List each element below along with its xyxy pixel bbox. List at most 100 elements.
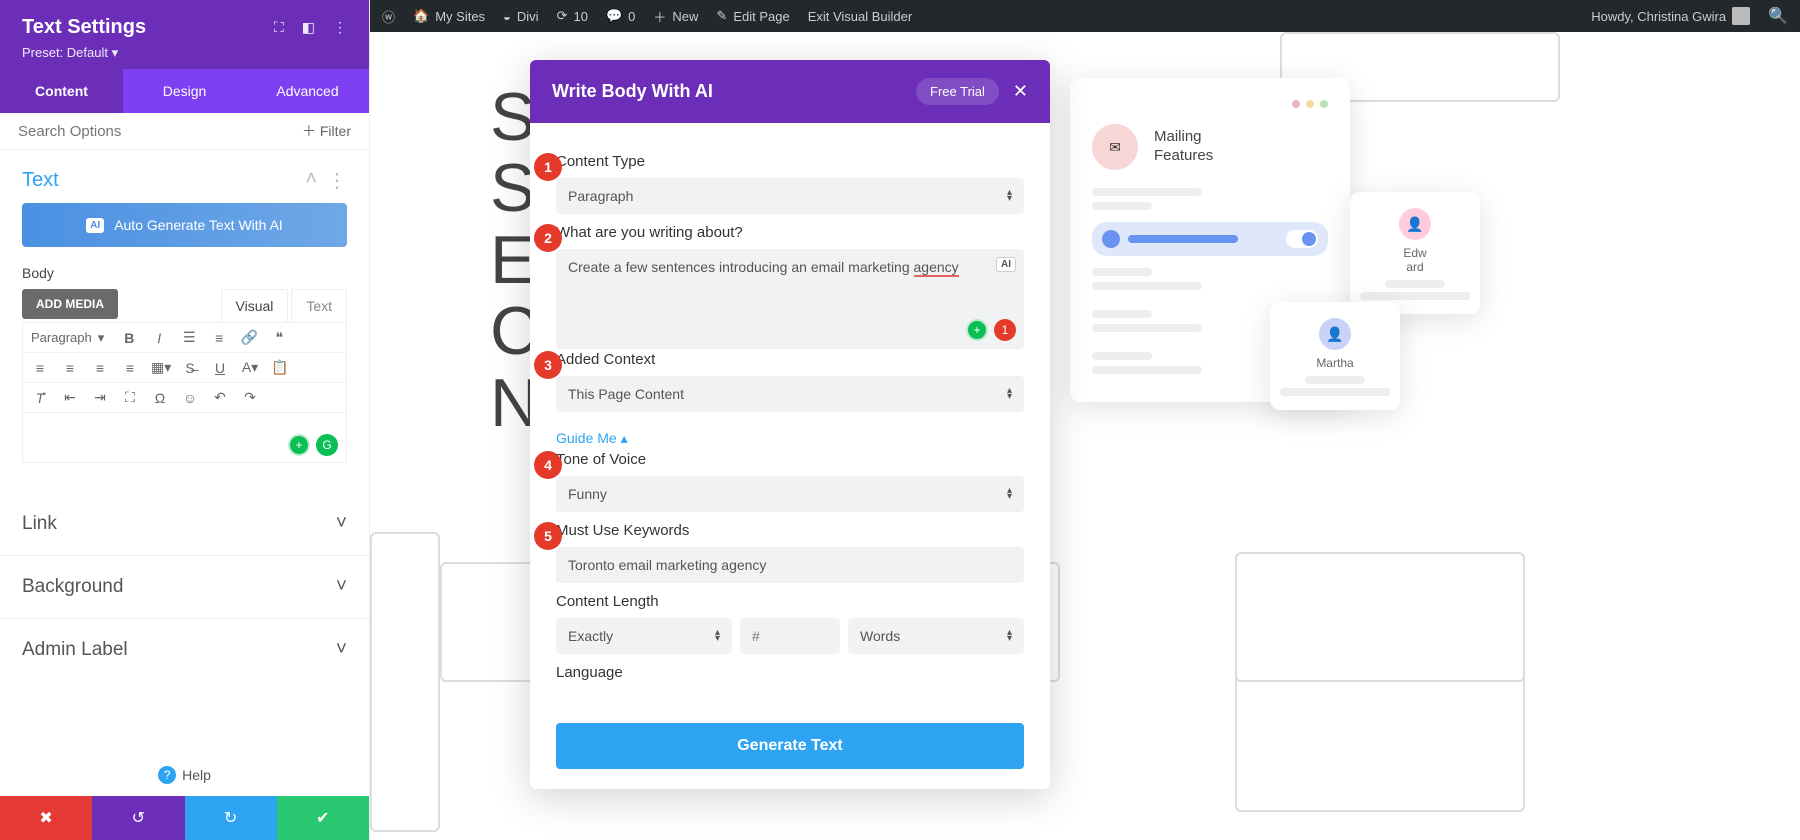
- wp-admin-bar: ⓦ 🏠 My Sites ◒ Divi ⟳ 10 💬 0 ＋ New ✎ Edi…: [370, 0, 1800, 32]
- add-media-button[interactable]: ADD MEDIA: [22, 289, 118, 319]
- format-select[interactable]: Paragraph ▾: [31, 330, 104, 346]
- snap-icon[interactable]: ◧: [302, 19, 315, 36]
- accordion-background[interactable]: Background˅: [0, 555, 369, 618]
- label-language: Language: [556, 664, 1024, 681]
- close-icon[interactable]: ✕: [1013, 81, 1028, 102]
- generate-text-button[interactable]: Generate Text: [556, 723, 1024, 769]
- section-more-icon[interactable]: ⋮: [327, 168, 347, 193]
- page-canvas: S S E C N ✉ MailingFeatures: [370, 32, 1800, 840]
- search-icon[interactable]: 🔍: [1768, 6, 1788, 26]
- tab-design[interactable]: Design: [123, 69, 246, 113]
- search-input[interactable]: [18, 123, 302, 140]
- added-context-select[interactable]: This Page Content: [556, 376, 1024, 412]
- tab-advanced[interactable]: Advanced: [246, 69, 369, 113]
- guide-me-link[interactable]: Guide Me ▴: [556, 430, 1024, 447]
- redo-icon[interactable]: ↷: [241, 389, 259, 406]
- ai-modal-title: Write Body With AI: [552, 81, 916, 102]
- step-badge-1: 1: [534, 153, 562, 181]
- help-link[interactable]: ?Help: [0, 754, 369, 796]
- keywords-input[interactable]: [556, 547, 1024, 583]
- grammarly-icon[interactable]: G: [316, 434, 338, 456]
- chevron-down-icon: ˅: [336, 639, 347, 661]
- filter-button[interactable]: ＋ Filter: [302, 121, 351, 141]
- wp-site-divi[interactable]: ◒ Divi: [503, 9, 539, 24]
- strike-icon[interactable]: S̶: [181, 360, 199, 376]
- quote-icon[interactable]: ❝: [270, 329, 288, 346]
- table-icon[interactable]: ▦▾: [151, 359, 169, 376]
- align-center-icon[interactable]: ≡: [61, 360, 79, 376]
- step-badge-5: 5: [534, 522, 562, 550]
- label-content-type: Content Type: [556, 153, 1024, 170]
- error-count-badge[interactable]: 1: [994, 319, 1016, 341]
- content-type-select[interactable]: Paragraph: [556, 178, 1024, 214]
- number-list-icon[interactable]: ≡: [210, 330, 228, 346]
- align-justify-icon[interactable]: ≡: [121, 360, 139, 376]
- step-badge-4: 4: [534, 451, 562, 479]
- specialchar-icon[interactable]: Ω: [151, 390, 169, 406]
- indent-icon[interactable]: ⇥: [91, 389, 109, 406]
- clear-format-icon[interactable]: T̽: [31, 390, 49, 406]
- collapse-icon[interactable]: ˄: [305, 168, 317, 193]
- outdent-icon[interactable]: ⇤: [61, 389, 79, 406]
- person-icon: 👤: [1319, 318, 1351, 350]
- ai-modal-header: Write Body With AI Free Trial ✕: [530, 60, 1050, 123]
- more-icon[interactable]: ⋮: [333, 19, 347, 36]
- tab-content[interactable]: Content: [0, 69, 123, 113]
- emoji-icon[interactable]: ☺: [181, 390, 199, 406]
- mock-toggle-row: [1092, 222, 1328, 256]
- ai-corner-badge[interactable]: AI: [996, 257, 1016, 272]
- wp-my-sites[interactable]: 🏠 My Sites: [413, 8, 485, 24]
- grammarly-plus-icon[interactable]: +: [966, 319, 988, 341]
- discard-button[interactable]: ✖: [0, 796, 92, 840]
- editor-mode-tabs: Visual Text: [222, 289, 347, 322]
- link-icon[interactable]: 🔗: [240, 329, 258, 346]
- wp-edit-page[interactable]: ✎ Edit Page: [716, 8, 789, 24]
- wp-comments[interactable]: 💬 0: [606, 8, 635, 24]
- undo-icon[interactable]: ↶: [211, 389, 229, 406]
- grammarly-plus-icon[interactable]: +: [288, 434, 310, 456]
- sidebar-title: Text Settings: [22, 16, 146, 39]
- label-keywords: Must Use Keywords: [556, 522, 1024, 539]
- length-number-input[interactable]: [740, 618, 840, 654]
- length-mode-select[interactable]: Exactly: [556, 618, 732, 654]
- step-badge-2: 2: [534, 224, 562, 252]
- align-left-icon[interactable]: ≡: [31, 360, 49, 376]
- auto-generate-button[interactable]: AI Auto Generate Text With AI: [22, 203, 347, 247]
- wp-howdy[interactable]: Howdy, Christina Gwira: [1591, 7, 1750, 25]
- editor-tab-visual[interactable]: Visual: [221, 289, 289, 322]
- wp-logo-icon[interactable]: ⓦ: [382, 7, 395, 26]
- wp-exit-vb[interactable]: Exit Visual Builder: [808, 9, 913, 24]
- fullscreen-icon[interactable]: ⛶: [121, 389, 139, 406]
- save-button[interactable]: ✔: [277, 796, 369, 840]
- free-trial-badge[interactable]: Free Trial: [916, 78, 999, 105]
- accordion-link[interactable]: Link˅: [0, 493, 369, 555]
- editor-tab-text[interactable]: Text: [291, 289, 347, 322]
- person-icon: 👤: [1399, 208, 1431, 240]
- text-section-header[interactable]: Text ˄ ⋮: [0, 150, 369, 203]
- undo-global-button[interactable]: ↺: [92, 796, 184, 840]
- wp-updates[interactable]: ⟳ 10: [557, 8, 588, 24]
- mock-toggle: [1286, 230, 1318, 248]
- underline-icon[interactable]: U: [211, 360, 229, 376]
- wireframe-box: [370, 532, 440, 832]
- length-unit-select[interactable]: Words: [848, 618, 1024, 654]
- avatar: [1732, 7, 1750, 25]
- text-section-title: Text: [22, 169, 59, 192]
- preset-label[interactable]: Preset: Default ▾: [22, 45, 347, 61]
- bold-icon[interactable]: B: [120, 330, 138, 346]
- wp-new[interactable]: ＋ New: [653, 7, 698, 26]
- paste-icon[interactable]: 📋: [271, 359, 289, 376]
- editor-body[interactable]: + G: [22, 413, 347, 463]
- expand-icon[interactable]: ⛶: [274, 19, 284, 36]
- textcolor-icon[interactable]: A▾: [241, 359, 259, 376]
- app-root: Text Settings ⛶ ◧ ⋮ Preset: Default ▾ Co…: [0, 0, 1800, 840]
- sidebar-header: Text Settings ⛶ ◧ ⋮ Preset: Default ▾: [0, 0, 369, 69]
- accordion-admin-label[interactable]: Admin Label˅: [0, 618, 369, 681]
- search-row: ＋ Filter: [0, 113, 369, 150]
- italic-icon[interactable]: I: [150, 330, 168, 346]
- tone-select[interactable]: Funny: [556, 476, 1024, 512]
- redo-global-button[interactable]: ↻: [185, 796, 277, 840]
- bullet-list-icon[interactable]: ☰: [180, 329, 198, 346]
- bottom-action-bar: ✖ ↺ ↻ ✔: [0, 796, 369, 840]
- align-right-icon[interactable]: ≡: [91, 360, 109, 376]
